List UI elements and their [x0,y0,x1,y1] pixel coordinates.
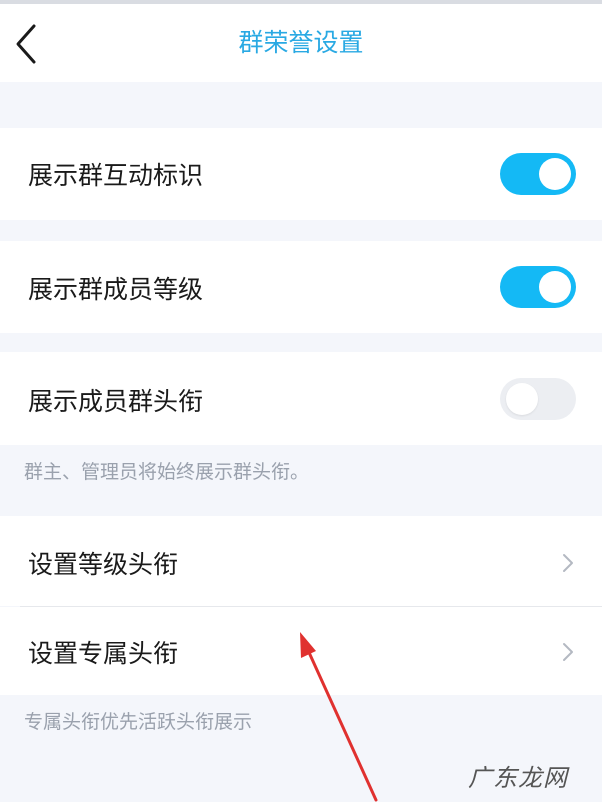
setting-row-interaction-mark: 展示群互动标识 [0,128,602,220]
chevron-right-icon [563,643,573,661]
setting-row-exclusive-title[interactable]: 设置专属头衔 [0,607,602,695]
page-title: 群荣誉设置 [238,28,364,57]
setting-label: 展示群成员等级 [28,275,204,304]
setting-label: 设置专属头衔 [28,639,179,668]
setting-row-member-title: 展示成员群头衔 [0,352,602,445]
toggle-knob [539,271,571,303]
toggle-knob [506,383,538,415]
setting-label: 展示群互动标识 [28,161,204,190]
setting-row-member-level: 展示群成员等级 [0,241,602,333]
nav-bar: 群荣誉设置 [0,4,602,82]
watermark-text: 广东龙网 [468,764,568,792]
setting-label: 展示成员群头衔 [28,387,204,416]
exclusive-note: 专属头衔优先活跃头衔展示 [24,711,253,733]
setting-row-level-title[interactable]: 设置等级头衔 [0,516,602,606]
setting-label: 设置等级头衔 [28,550,179,579]
chevron-right-icon [563,554,573,572]
interaction-mark-toggle[interactable] [500,153,576,195]
title-note: 群主、管理员将始终展示群头衔。 [24,461,310,483]
member-title-toggle[interactable] [500,378,576,420]
member-level-toggle[interactable] [500,266,576,308]
toggle-knob [539,158,571,190]
